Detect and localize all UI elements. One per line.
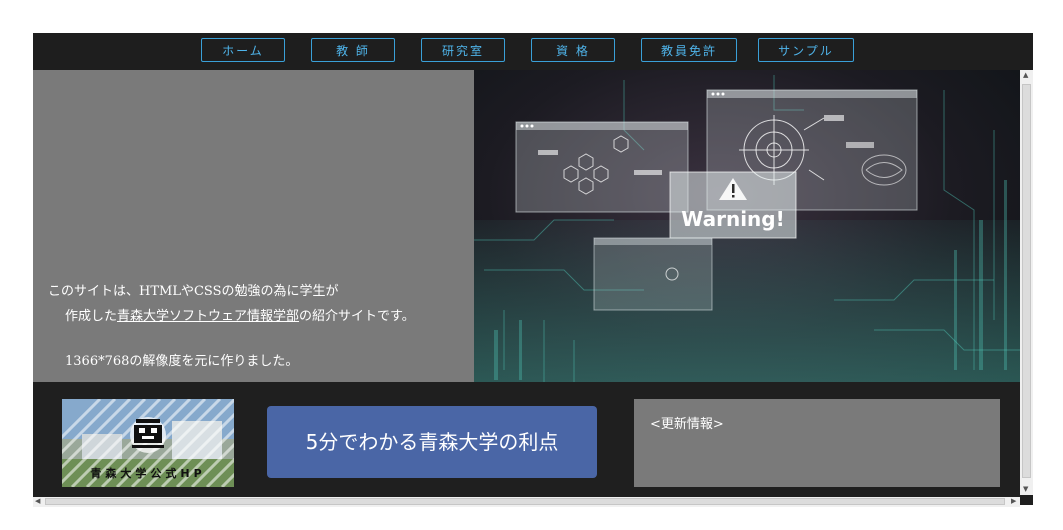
cyber-security-illustration: Warning! — [474, 75, 1021, 382]
page-frame: ホーム 教 師 研究室 資 格 教員免許 サンプル このサイトは、HTMLやCS… — [33, 33, 1033, 505]
bottom-section: 青森大学公式HP 5分でわかる青森大学の利点 <更新情報> — [33, 382, 1033, 505]
intro-line-2-suffix: の紹介サイトです。 — [299, 309, 415, 324]
top-navigation: ホーム 教 師 研究室 資 格 教員免許 サンプル — [33, 33, 1033, 70]
nav-qualifications-button[interactable]: 資 格 — [531, 38, 615, 62]
faculty-link[interactable]: 青森大学ソフトウェア情報学部 — [117, 309, 299, 324]
updates-title: <更新情報> — [650, 417, 724, 432]
university-merits-button[interactable]: 5分でわかる青森大学の利点 — [267, 406, 597, 478]
nav-home-button[interactable]: ホーム — [201, 38, 285, 62]
horizontal-scroll-thumb[interactable] — [45, 498, 1005, 505]
vertical-scroll-thumb[interactable] — [1022, 84, 1031, 478]
nav-laboratory-button[interactable]: 研究室 — [421, 38, 505, 62]
nav-teachers-button[interactable]: 教 師 — [311, 38, 395, 62]
intro-line-2: 作成した青森大学ソフトウェア情報学部の紹介サイトです。 — [65, 305, 415, 324]
university-emblem-icon — [130, 417, 166, 453]
vertical-scrollbar[interactable]: ▲ ▼ — [1020, 70, 1033, 495]
horizontal-scrollbar[interactable]: ◀ ▶ — [33, 497, 1020, 507]
scroll-right-arrow-icon[interactable]: ▶ — [1011, 498, 1016, 505]
intro-line-1: このサイトは、HTMLやCSSの勉強の為に学生が — [48, 284, 339, 299]
logo-caption: 青森大学公式HP — [90, 467, 206, 480]
intro-line-3: 1366*768の解像度を元に作りました。 — [65, 354, 299, 369]
hero-section: このサイトは、HTMLやCSSの勉強の為に学生が 作成した青森大学ソフトウェア情… — [33, 70, 1033, 382]
hero-intro-panel: このサイトは、HTMLやCSSの勉強の為に学生が 作成した青森大学ソフトウェア情… — [33, 70, 474, 382]
nav-sample-button[interactable]: サンプル — [758, 38, 854, 62]
warning-panel: Warning! — [669, 171, 797, 239]
scroll-up-arrow-icon[interactable]: ▲ — [1023, 72, 1028, 79]
nav-teaching-license-button[interactable]: 教員免許 — [641, 38, 737, 62]
hero-image: Warning! — [474, 70, 1021, 382]
warning-text: Warning! — [681, 207, 784, 231]
updates-panel: <更新情報> — [634, 399, 1000, 487]
intro-line-2-prefix: 作成した — [65, 309, 118, 324]
scroll-down-arrow-icon[interactable]: ▼ — [1023, 486, 1028, 493]
university-official-hp-banner[interactable]: 青森大学公式HP — [62, 399, 234, 487]
scroll-left-arrow-icon[interactable]: ◀ — [35, 498, 40, 505]
